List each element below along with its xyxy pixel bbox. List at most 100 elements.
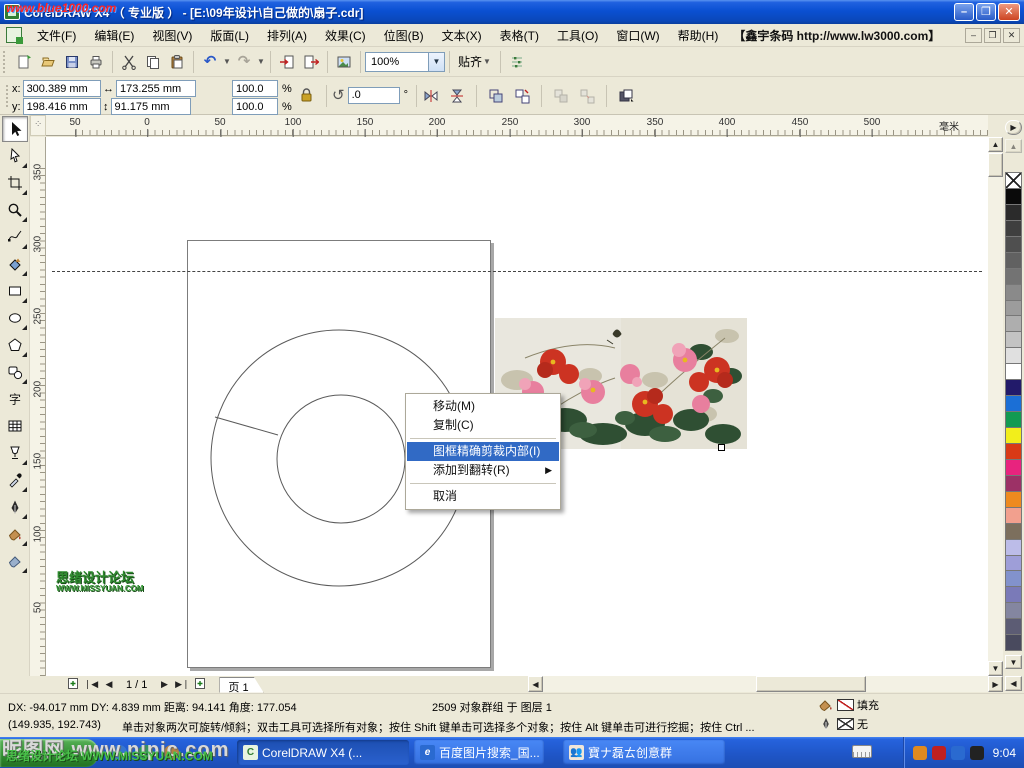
mirror-vertical-button[interactable]	[446, 85, 468, 107]
vertical-scrollbar[interactable]: ▲ ▼	[988, 137, 1003, 676]
undo-dropdown-icon[interactable]: ▼	[222, 57, 232, 66]
scale-x-field[interactable]: 100.0	[232, 80, 278, 97]
interactive-blend-tool[interactable]	[2, 440, 28, 466]
color-swatch[interactable]	[1005, 634, 1022, 651]
color-swatch[interactable]	[1005, 475, 1022, 492]
color-swatch[interactable]	[1005, 523, 1022, 540]
vertical-ruler[interactable]: 35030025020015010050	[30, 137, 46, 676]
ellipse-tool[interactable]	[2, 305, 28, 331]
width-field[interactable]: 173.255 mm	[116, 80, 196, 97]
taskbar-button-ie[interactable]: e百度图片搜索_国...	[414, 740, 544, 765]
color-swatch[interactable]	[1005, 379, 1022, 396]
crop-tool[interactable]	[2, 170, 28, 196]
color-swatch[interactable]	[1005, 236, 1022, 253]
zoom-combobox[interactable]: 100% ▼	[365, 52, 445, 72]
tray-security-icon[interactable]	[932, 746, 946, 760]
color-swatch[interactable]	[1005, 570, 1022, 587]
menu-item-7[interactable]: 文本(X)	[433, 24, 491, 47]
add-page-button-2[interactable]	[191, 677, 209, 692]
menu-item-11[interactable]: 帮助(H)	[669, 24, 728, 47]
export-button[interactable]	[299, 50, 323, 74]
page-tab[interactable]: 页 1	[219, 677, 263, 693]
add-page-button[interactable]	[64, 677, 82, 692]
tray-qq-icon[interactable]	[970, 746, 984, 760]
scroll-down-button[interactable]: ▼	[988, 661, 1003, 676]
order-button[interactable]	[615, 85, 637, 107]
menu-item-6[interactable]: 位图(B)	[375, 24, 433, 47]
color-swatch[interactable]	[1005, 459, 1022, 476]
restore-button[interactable]: ❐	[976, 3, 996, 21]
menu-item-1[interactable]: 编辑(E)	[85, 24, 143, 47]
color-swatch[interactable]	[1005, 491, 1022, 508]
menu-item-9[interactable]: 工具(O)	[548, 24, 607, 47]
new-button[interactable]	[12, 50, 36, 74]
table-tool[interactable]	[2, 413, 28, 439]
image-button[interactable]	[332, 50, 356, 74]
close-button[interactable]: ✕	[998, 3, 1020, 21]
color-swatch[interactable]	[1005, 363, 1022, 380]
shape-tool[interactable]	[2, 143, 28, 169]
doc-minimize-button[interactable]: –	[965, 28, 982, 43]
fill-tool[interactable]	[2, 521, 28, 547]
color-swatch[interactable]	[1005, 331, 1022, 348]
color-swatch[interactable]	[1005, 300, 1022, 317]
scroll-up-button[interactable]: ▲	[988, 137, 1003, 152]
horizontal-scroll-thumb[interactable]	[756, 676, 866, 692]
previous-page-button[interactable]: ◀	[100, 677, 118, 692]
palette-scroll-up-button[interactable]: ▲	[1005, 139, 1022, 153]
color-swatch[interactable]	[1005, 315, 1022, 332]
undo-button[interactable]: ↶	[198, 50, 222, 74]
redo-button[interactable]: ↷	[232, 50, 256, 74]
selection-handle[interactable]	[718, 444, 725, 451]
color-swatch[interactable]	[1005, 443, 1022, 460]
color-swatch[interactable]	[1005, 427, 1022, 444]
color-swatch[interactable]	[1005, 347, 1022, 364]
paste-button[interactable]	[165, 50, 189, 74]
open-button[interactable]	[36, 50, 60, 74]
ruler-origin[interactable]	[30, 115, 46, 136]
palette-scroll-down-button[interactable]: ▼	[1005, 655, 1022, 669]
interactive-fill-tool[interactable]	[2, 548, 28, 574]
outline-pen-tool[interactable]	[2, 494, 28, 520]
scale-lock-button[interactable]	[300, 87, 313, 103]
color-swatch[interactable]	[1005, 507, 1022, 524]
zoom-tool[interactable]	[2, 197, 28, 223]
color-swatch[interactable]	[1005, 268, 1022, 285]
color-swatch[interactable]	[1005, 411, 1022, 428]
eyedropper-tool[interactable]	[2, 467, 28, 493]
ime-keyboard-icon[interactable]	[852, 745, 872, 758]
smart-fill-tool[interactable]	[2, 251, 28, 277]
context-menu-item-3[interactable]: 图框精确剪裁内部(I)	[407, 442, 559, 461]
no-color-swatch[interactable]	[1005, 172, 1022, 189]
color-swatch[interactable]	[1005, 602, 1022, 619]
minimize-button[interactable]: –	[954, 3, 974, 21]
redo-dropdown-icon[interactable]: ▼	[256, 57, 266, 66]
rectangle-tool[interactable]	[2, 278, 28, 304]
print-button[interactable]	[84, 50, 108, 74]
vertical-scroll-thumb[interactable]	[988, 153, 1003, 177]
menu-item-3[interactable]: 版面(L)	[201, 24, 258, 47]
zoom-dropdown-icon[interactable]: ▼	[428, 53, 444, 71]
menu-item-4[interactable]: 排列(A)	[258, 24, 316, 47]
palette-expand-button[interactable]: ◀	[1005, 676, 1022, 691]
rotation-field[interactable]: .0	[348, 87, 400, 104]
break-apart-button[interactable]	[511, 85, 533, 107]
scale-y-field[interactable]: 100.0	[232, 98, 278, 115]
height-field[interactable]: 91.175 mm	[111, 98, 191, 115]
color-swatch[interactable]	[1005, 586, 1022, 603]
y-position-field[interactable]: 198.416 mm	[23, 98, 101, 115]
scroll-right-button[interactable]: ▶	[988, 676, 1003, 692]
tray-messenger-icon[interactable]	[951, 746, 965, 760]
color-swatch[interactable]	[1005, 220, 1022, 237]
context-menu-item-1[interactable]: 复制(C)	[407, 416, 559, 435]
text-tool[interactable]: 字	[2, 386, 28, 412]
horizontal-scrollbar[interactable]: ◀ ▶	[528, 676, 1003, 692]
taskbar-button-coreldraw[interactable]: CCorelDRAW X4 (...	[237, 740, 409, 765]
polygon-tool[interactable]	[2, 332, 28, 358]
menu-item-0[interactable]: 文件(F)	[28, 24, 85, 47]
color-swatch[interactable]	[1005, 618, 1022, 635]
basic-shapes-tool[interactable]	[2, 359, 28, 385]
scroll-left-button[interactable]: ◀	[528, 676, 543, 692]
doc-restore-button[interactable]: ❐	[984, 28, 1001, 43]
taskbar-button-qq-group[interactable]: 👥寶ナ磊ㄊ创意群	[563, 740, 725, 765]
